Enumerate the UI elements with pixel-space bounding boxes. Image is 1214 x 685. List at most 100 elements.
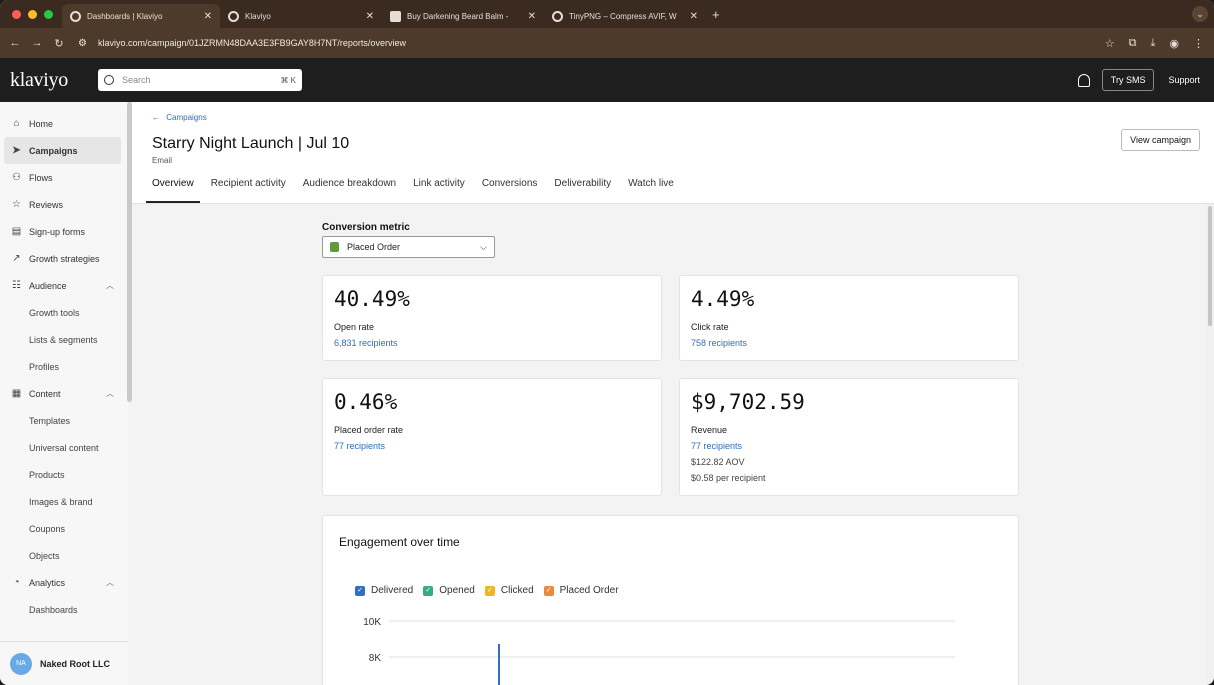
store-favicon-icon — [390, 10, 401, 22]
sidebar-item-profiles[interactable]: Profiles — [0, 353, 128, 380]
close-tab-icon[interactable]: ✕ — [204, 11, 212, 22]
reload-icon[interactable]: ↻ — [48, 37, 70, 50]
sidebar-item-signup-forms[interactable]: ▤ Sign-up forms — [0, 218, 128, 245]
revenue-value: $9,702.59 — [691, 390, 805, 414]
address-bar: ← → ↻ ⚙ klaviyo.com/campaign/01JZRMN48DA… — [0, 28, 1214, 58]
scrollbar-thumb[interactable] — [1208, 206, 1212, 326]
maximize-window-button[interactable] — [44, 9, 53, 19]
browser-tab-tinypng[interactable]: TinyPNG – Compress AVIF, W ✕ — [544, 4, 706, 28]
sidebar-item-templates[interactable]: Templates — [0, 407, 128, 434]
sidebar-item-reviews[interactable]: ☆ Reviews — [0, 191, 128, 218]
browser-menu-icon[interactable]: ⋮ — [1193, 37, 1204, 50]
close-tab-icon[interactable]: ✕ — [528, 11, 536, 22]
browser-tab-dashboards[interactable]: Dashboards | Klaviyo ✕ — [62, 4, 220, 28]
sidebar-item-label: Reviews — [29, 199, 64, 210]
page-header: ← Campaigns Starry Night Launch | Jul 10… — [132, 102, 1214, 204]
profile-icon[interactable]: ◉ — [1169, 37, 1179, 50]
conversion-metric-select[interactable]: Placed Order ⌵ — [322, 236, 495, 258]
chevron-up-icon[interactable]: ︿ — [106, 577, 114, 588]
y-tick-label: 8K — [369, 653, 382, 664]
open-rate-value: 40.49% — [334, 287, 410, 311]
sidebar-item-growth-tools[interactable]: Growth tools — [0, 299, 128, 326]
tab-conversions[interactable]: Conversions — [476, 172, 544, 203]
revenue-recipients-link[interactable]: 77 recipients — [691, 441, 742, 451]
close-tab-icon[interactable]: ✕ — [690, 11, 698, 22]
avatar: NA — [10, 652, 32, 675]
sidebar-item-objects[interactable]: Objects — [0, 542, 128, 569]
placed-recipients-link[interactable]: 77 recipients — [334, 441, 385, 451]
sidebar-item-growth-strategies[interactable]: ↗ Growth strategies — [0, 245, 128, 272]
tab-overview[interactable]: Overview — [146, 172, 200, 203]
click-rate-value: 4.49% — [691, 287, 755, 311]
bell-icon[interactable] — [1077, 73, 1090, 87]
sidebar-item-content[interactable]: ▦ Content ︿ — [0, 380, 128, 407]
tab-link-activity[interactable]: Link activity — [407, 172, 471, 203]
sidebar-item-label: Analytics — [29, 577, 66, 588]
sidebar-item-analytics[interactable]: ◔ Analytics ︿ — [0, 569, 128, 596]
sidebar-item-label: Growth strategies — [29, 253, 100, 264]
back-arrow-icon: ← — [152, 113, 160, 122]
form-icon: ▤ — [11, 226, 22, 237]
sidebar-item-flows[interactable]: ⚇ Flows — [0, 164, 128, 191]
sidebar-item-home[interactable]: ⌂ Home — [0, 110, 128, 137]
shopify-bag-icon — [330, 242, 339, 252]
klaviyo-favicon-icon — [70, 10, 81, 22]
url-field[interactable]: ⚙ klaviyo.com/campaign/01JZRMN48DAA3E3FB… — [78, 32, 1105, 54]
search-input[interactable]: Search ⌘ K — [98, 69, 302, 91]
tab-deliverability[interactable]: Deliverability — [548, 172, 617, 203]
breadcrumb[interactable]: ← Campaigns — [152, 113, 207, 122]
sidebar-item-coupons[interactable]: Coupons — [0, 515, 128, 542]
extensions-icon[interactable]: ⧉ — [1129, 37, 1137, 50]
chevron-up-icon[interactable]: ︿ — [106, 388, 114, 399]
revenue-per-recipient: $0.58 per recipient — [691, 473, 766, 483]
audience-icon: ☷ — [12, 280, 21, 291]
new-tab-button[interactable]: + — [712, 7, 720, 22]
chevron-up-icon[interactable]: ︿ — [106, 280, 114, 291]
bookmark-star-icon[interactable]: ☆ — [1105, 37, 1115, 50]
workspace-switcher[interactable]: NA Naked Root LLC — [0, 641, 128, 685]
click-rate-card: 4.49% Click rate 758 recipients — [679, 275, 1019, 361]
sidebar-item-campaigns[interactable]: ➤ Campaigns — [4, 137, 121, 164]
close-tab-icon[interactable]: ✕ — [366, 11, 374, 22]
tab-audience-breakdown[interactable]: Audience breakdown — [297, 172, 402, 203]
site-info-icon[interactable]: ⚙ — [78, 38, 92, 49]
search-placeholder: Search — [122, 75, 151, 85]
try-sms-button[interactable]: Try SMS — [1101, 69, 1155, 91]
conversion-metric-label: Conversion metric — [322, 222, 410, 233]
tab-watch-live[interactable]: Watch live — [622, 172, 680, 203]
sidebar-item-dashboards[interactable]: Dashboards — [0, 596, 128, 623]
open-recipients-link[interactable]: 6,831 recipients — [334, 338, 398, 348]
browser-tab-klaviyo[interactable]: Klaviyo ✕ — [220, 4, 382, 28]
minimize-window-button[interactable] — [28, 9, 37, 19]
support-link[interactable]: Support — [1168, 75, 1200, 85]
app-header: klaviyo Search ⌘ K Try SMS Support — [0, 58, 1214, 102]
sidebar-item-audience[interactable]: ☷ Audience ︿ — [0, 272, 128, 299]
sidebar-item-label: Home — [29, 118, 54, 129]
sidebar-item-label: Sign-up forms — [29, 226, 86, 237]
klaviyo-favicon-icon — [228, 10, 239, 22]
view-campaign-button[interactable]: View campaign — [1121, 129, 1200, 151]
click-recipients-link[interactable]: 758 recipients — [691, 338, 747, 348]
sidebar-item-products[interactable]: Products — [0, 461, 128, 488]
analytics-icon: ◔ — [13, 577, 20, 588]
close-window-button[interactable] — [12, 9, 21, 19]
klaviyo-logo[interactable]: klaviyo — [10, 69, 98, 92]
sidebar-item-universal-content[interactable]: Universal content — [0, 434, 128, 461]
window-controls — [12, 9, 62, 19]
engagement-chart: 10K 8K — [363, 617, 955, 685]
back-arrow-icon[interactable]: ← — [4, 37, 26, 50]
browser-tab-beard-balm[interactable]: Buy Darkening Beard Balm - ✕ — [382, 4, 544, 28]
forward-arrow-icon[interactable]: → — [26, 37, 48, 50]
search-icon — [104, 75, 114, 85]
engagement-chart-card: Engagement over time ✓ Delivered ✓ Opene… — [322, 515, 1019, 685]
tab-recipient-activity[interactable]: Recipient activity — [205, 172, 292, 203]
trend-icon: ↗ — [12, 253, 21, 264]
star-icon: ☆ — [12, 199, 21, 210]
revenue-aov: $122.82 AOV — [691, 457, 745, 467]
url-text: klaviyo.com/campaign/01JZRMN48DAA3E3FB9G… — [98, 38, 406, 48]
main-scrollbar[interactable] — [1206, 204, 1214, 685]
download-icon[interactable]: ⤓ — [1151, 37, 1156, 50]
sidebar-item-images-brand[interactable]: Images & brand — [0, 488, 128, 515]
sidebar-item-lists-segments[interactable]: Lists & segments — [0, 326, 128, 353]
tab-search-icon[interactable]: ⌄ — [1192, 6, 1208, 22]
